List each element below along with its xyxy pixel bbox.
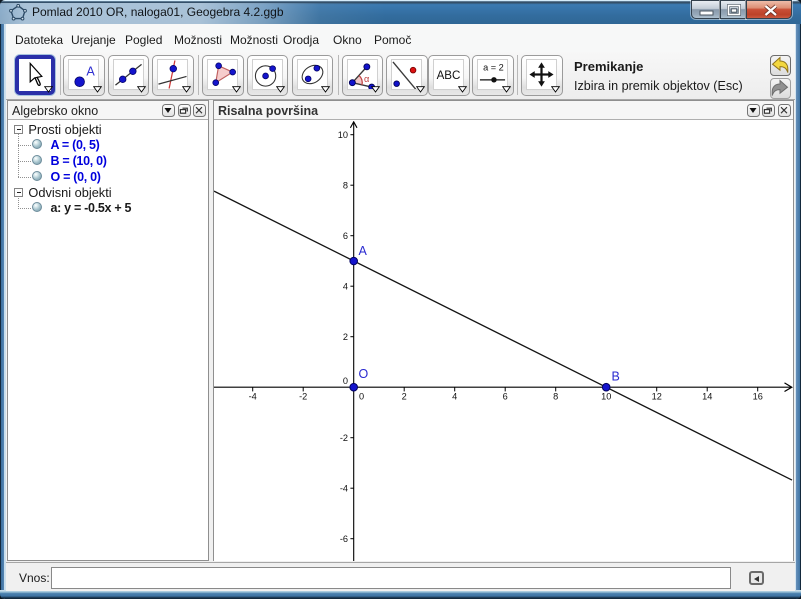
svg-text:-4: -4 (249, 391, 257, 401)
svg-text:2: 2 (402, 391, 407, 401)
svg-text:-2: -2 (299, 391, 307, 401)
svg-text:14: 14 (702, 391, 712, 401)
svg-text:0: 0 (343, 376, 348, 386)
svg-text:12: 12 (652, 391, 662, 401)
svg-text:4: 4 (452, 391, 457, 401)
svg-text:2: 2 (343, 332, 348, 342)
svg-text:-6: -6 (340, 534, 348, 544)
svg-text:16: 16 (753, 391, 763, 401)
svg-text:a = 2: a = 2 (483, 62, 504, 72)
svg-text:-2: -2 (340, 433, 348, 443)
svg-text:ABC: ABC (437, 68, 461, 81)
svg-text:O: O (359, 367, 369, 381)
svg-text:4: 4 (343, 282, 348, 292)
svg-text:8: 8 (553, 391, 558, 401)
svg-text:α: α (363, 73, 369, 83)
svg-text:A: A (359, 244, 368, 258)
svg-text:A: A (86, 64, 95, 78)
svg-text:B: B (612, 370, 620, 384)
svg-text:6: 6 (343, 231, 348, 241)
svg-text:8: 8 (343, 181, 348, 191)
svg-text:0: 0 (359, 391, 364, 401)
svg-text:10: 10 (338, 130, 348, 140)
svg-text:6: 6 (503, 391, 508, 401)
svg-text:10: 10 (601, 391, 611, 401)
svg-text:-4: -4 (340, 484, 348, 494)
